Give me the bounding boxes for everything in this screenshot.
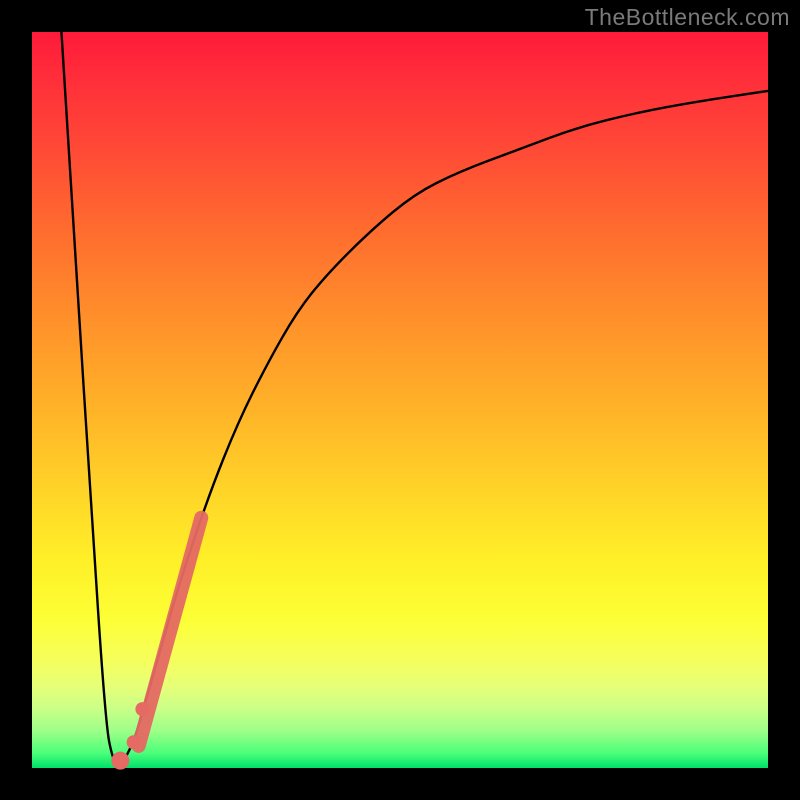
dot-b	[127, 735, 141, 749]
plot-area	[32, 32, 768, 768]
chart-svg	[32, 32, 768, 768]
dot-c	[135, 702, 149, 716]
watermark-text: TheBottleneck.com	[585, 4, 790, 31]
dot-a	[111, 752, 129, 770]
chart-frame: TheBottleneck.com	[0, 0, 800, 800]
